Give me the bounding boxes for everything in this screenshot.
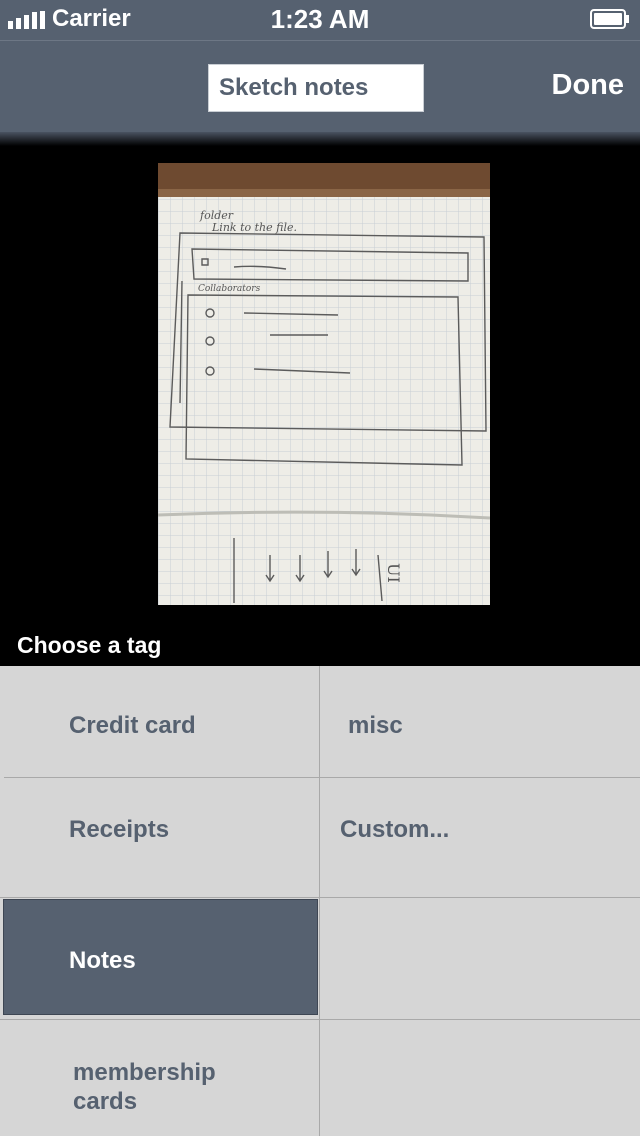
tag-label: Credit card — [69, 712, 196, 739]
tag-custom[interactable]: Custom... — [320, 778, 640, 897]
tag-misc[interactable]: misc — [320, 666, 640, 777]
tag-receipts[interactable]: Receipts — [0, 778, 319, 897]
tag-label: Receipts — [69, 816, 170, 843]
captured-photo: folder Link to the file. Collaborators U… — [158, 163, 490, 605]
choose-tag-header: Choose a tag — [17, 632, 162, 658]
tag-label: misc — [348, 712, 403, 739]
tag-notes[interactable]: Notes — [3, 899, 318, 1015]
tag-label: Custom... — [340, 816, 450, 843]
handwriting-collaborators: Collaborators — [198, 284, 261, 294]
grid-divider — [4, 777, 640, 778]
tag-membership-cards[interactable]: membership cards — [0, 1020, 319, 1136]
handwriting-link: Link to the file. — [211, 221, 297, 234]
nav-shadow — [0, 132, 640, 146]
tag-label: membership cards — [73, 1059, 216, 1115]
grid-divider — [0, 897, 640, 898]
grid-divider — [319, 666, 320, 1136]
grid-divider — [0, 1019, 640, 1020]
tag-label: Notes — [69, 947, 136, 974]
clock: 1:23 AM — [270, 4, 370, 34]
tag-empty-slot — [320, 1020, 640, 1136]
note-title-field[interactable]: Sketch notes — [208, 64, 424, 112]
battery-icon — [590, 9, 629, 29]
status-bar: Carrier 1:23 AM — [0, 0, 640, 40]
tag-credit-card[interactable]: Credit card — [0, 666, 319, 777]
handwriting-ui: UI — [384, 563, 403, 583]
tag-empty-slot — [320, 898, 640, 1018]
tag-grid: Credit card misc Receipts Custom... Note… — [0, 666, 640, 1136]
sketch-photo-image: folder Link to the file. Collaborators U… — [158, 163, 490, 605]
done-button[interactable]: Done — [552, 69, 625, 102]
navigation-bar: Sketch notes Done — [0, 40, 640, 132]
